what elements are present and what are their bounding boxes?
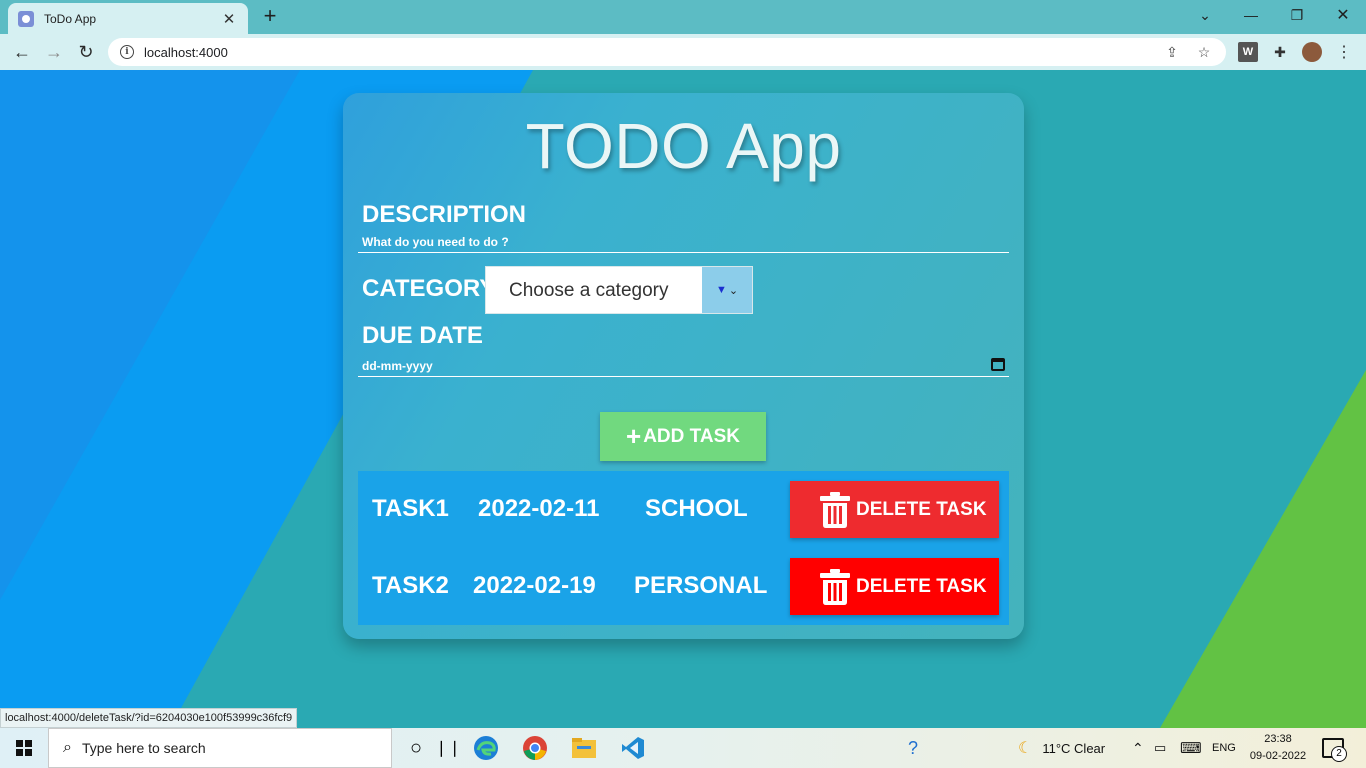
edge-browser-icon[interactable] bbox=[472, 734, 500, 762]
tab-close-icon[interactable]: ✕ bbox=[220, 10, 238, 28]
weather-widget[interactable]: ☾ 11°C Clear bbox=[1018, 728, 1105, 768]
forward-arrow-icon[interactable]: → bbox=[40, 38, 68, 66]
task-category: SCHOOL bbox=[645, 495, 748, 522]
add-task-button[interactable]: + ADD TASK bbox=[600, 412, 766, 461]
search-icon: ⌕ bbox=[63, 739, 72, 756]
category-label: CATEGORY bbox=[362, 275, 496, 302]
cortana-icon[interactable]: ○ bbox=[402, 734, 430, 762]
task-list: TASK1 2022-02-11 SCHOOL DELETE TASK TASK… bbox=[358, 471, 1009, 625]
browser-toolbar: ← → ↻ i localhost:4000 ⇪ ☆ W ✚ ⋮ bbox=[0, 34, 1366, 70]
category-select-value: Choose a category bbox=[509, 280, 669, 301]
new-tab-button[interactable]: + bbox=[258, 4, 282, 30]
delete-task-label: DELETE TASK bbox=[856, 498, 987, 520]
task-name: TASK2 bbox=[372, 572, 449, 599]
add-task-label: ADD TASK bbox=[643, 425, 740, 447]
description-input[interactable]: What do you need to do ? bbox=[358, 231, 1009, 253]
delete-task-button[interactable]: DELETE TASK bbox=[790, 481, 999, 538]
tab-title: ToDo App bbox=[44, 11, 97, 26]
delete-task-label: DELETE TASK bbox=[856, 575, 987, 597]
help-icon[interactable]: ? bbox=[899, 734, 927, 762]
chevron-down-icon[interactable]: ▼ ⌄ bbox=[702, 267, 752, 313]
browser-menu-icon[interactable]: ⋮ bbox=[1334, 42, 1354, 62]
taskbar-clock[interactable]: 23:38 09-02-2022 bbox=[1244, 731, 1312, 765]
task-view-icon[interactable]: ❘❘ bbox=[434, 734, 462, 762]
moon-icon: ☾ bbox=[1018, 740, 1033, 757]
category-select[interactable]: Choose a category ▼ ⌄ bbox=[485, 266, 753, 314]
bookmark-star-icon[interactable]: ☆ bbox=[1194, 42, 1214, 62]
language-indicator[interactable]: ENG bbox=[1212, 728, 1236, 768]
task-row: TASK1 2022-02-11 SCHOOL DELETE TASK bbox=[358, 480, 1009, 538]
trash-icon bbox=[820, 491, 850, 528]
network-icon[interactable]: ▭ bbox=[1154, 728, 1166, 768]
vscode-icon[interactable] bbox=[619, 734, 647, 762]
chrome-browser-icon[interactable] bbox=[521, 734, 549, 762]
task-name: TASK1 bbox=[372, 495, 449, 522]
calendar-icon[interactable] bbox=[991, 358, 1005, 371]
due-date-label: DUE DATE bbox=[362, 322, 483, 349]
due-date-placeholder: dd-mm-yyyy bbox=[362, 359, 433, 373]
delete-task-button[interactable]: DELETE TASK bbox=[790, 558, 999, 615]
weather-text: 11°C Clear bbox=[1042, 740, 1106, 756]
extension-w-icon[interactable]: W bbox=[1238, 42, 1258, 62]
todo-card: TODO App DESCRIPTION What do you need to… bbox=[343, 93, 1024, 639]
extensions-puzzle-icon[interactable]: ✚ bbox=[1270, 42, 1290, 62]
clock-time: 23:38 bbox=[1264, 733, 1292, 745]
task-category: PERSONAL bbox=[634, 572, 768, 599]
browser-tab-strip: ToDo App ✕ + ⌄ — ❐ ✕ bbox=[0, 0, 1366, 34]
back-arrow-icon[interactable]: ← bbox=[8, 38, 36, 66]
tab-search-chevron-icon[interactable]: ⌄ bbox=[1182, 0, 1228, 30]
windows-taskbar: ⌕ Type here to search ○ ❘❘ ? ☾ 11°C Clea… bbox=[0, 728, 1366, 768]
notification-count-badge: 2 bbox=[1331, 746, 1347, 762]
profile-avatar[interactable] bbox=[1302, 42, 1322, 62]
minimize-button[interactable]: — bbox=[1228, 0, 1274, 30]
keyboard-icon[interactable]: ⌨ bbox=[1180, 728, 1202, 768]
close-window-button[interactable]: ✕ bbox=[1320, 0, 1366, 30]
task-date: 2022-02-11 bbox=[478, 495, 600, 522]
due-date-input[interactable]: dd-mm-yyyy bbox=[358, 355, 1009, 377]
windows-logo-icon bbox=[16, 740, 32, 756]
favicon-icon bbox=[18, 10, 34, 27]
taskbar-search-placeholder: Type here to search bbox=[81, 740, 206, 756]
description-label: DESCRIPTION bbox=[362, 201, 527, 228]
trash-icon bbox=[820, 568, 850, 605]
site-info-icon[interactable]: i bbox=[120, 45, 134, 59]
app-title: TODO App bbox=[525, 110, 842, 182]
taskbar-search[interactable]: ⌕ Type here to search bbox=[48, 728, 392, 768]
url-text[interactable]: localhost:4000 bbox=[144, 45, 1162, 60]
reload-icon[interactable]: ↻ bbox=[72, 38, 100, 66]
address-bar[interactable]: i localhost:4000 ⇪ ☆ bbox=[108, 38, 1226, 66]
start-button[interactable] bbox=[0, 728, 48, 768]
browser-tab[interactable]: ToDo App ✕ bbox=[8, 3, 248, 34]
restore-button[interactable]: ❐ bbox=[1274, 0, 1320, 30]
tray-overflow-chevron-icon[interactable]: ⌃ bbox=[1132, 728, 1144, 768]
plus-icon: + bbox=[626, 421, 642, 451]
description-placeholder: What do you need to do ? bbox=[362, 235, 509, 249]
clock-date: 09-02-2022 bbox=[1249, 750, 1307, 762]
task-row: TASK2 2022-02-19 PERSONAL DELETE TASK bbox=[358, 557, 1009, 615]
file-explorer-icon[interactable] bbox=[570, 734, 598, 762]
status-url-bubble: localhost:4000/deleteTask/?id=6204030e10… bbox=[0, 708, 298, 728]
share-icon[interactable]: ⇪ bbox=[1162, 42, 1182, 62]
page-viewport: TODO App DESCRIPTION What do you need to… bbox=[0, 70, 1366, 728]
task-date: 2022-02-19 bbox=[473, 572, 596, 599]
